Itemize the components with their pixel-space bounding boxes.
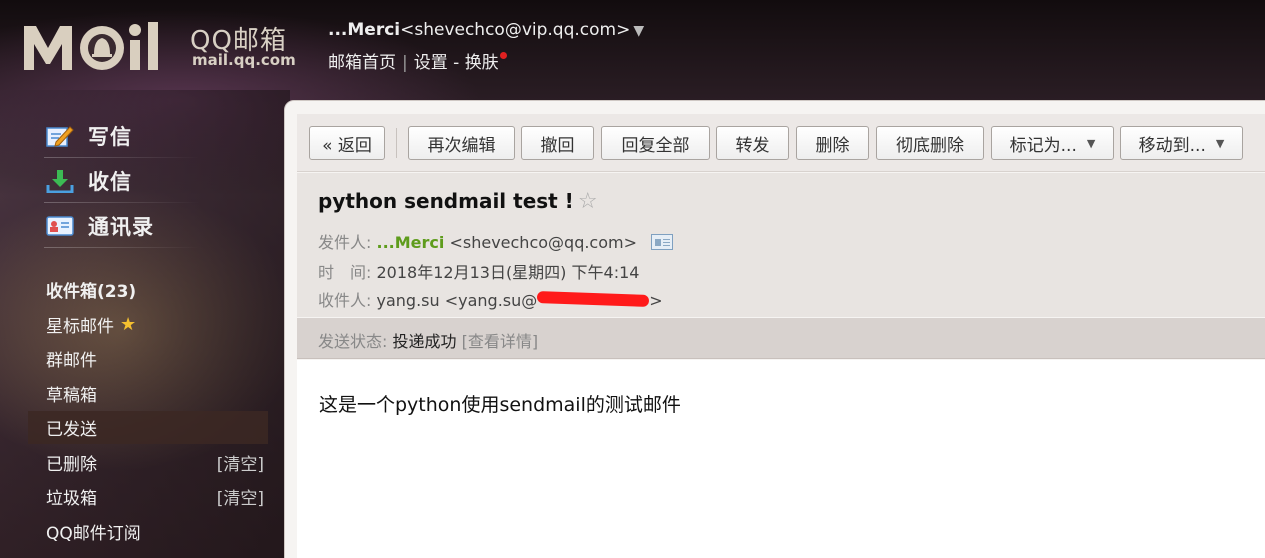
sidebar-item-deleted[interactable]: 已删除 [清空]: [28, 446, 268, 479]
mail-body-text: 这是一个python使用sendmail的测试邮件: [319, 394, 681, 416]
header: QQ邮箱 mail.qq.com ...Merci<shevechco@vip.…: [0, 0, 1265, 96]
nav-settings[interactable]: 设置: [414, 53, 448, 73]
view-details-link[interactable]: [查看详情]: [462, 332, 539, 351]
from-label: 发件人:: [318, 233, 372, 252]
status-label: 发送状态:: [318, 332, 388, 351]
sidebar-item-subscriptions[interactable]: QQ邮件订阅: [28, 515, 268, 548]
reply-all-button[interactable]: 回复全部: [601, 126, 710, 160]
empty-trash-link[interactable]: [清空]: [217, 450, 264, 475]
permanent-delete-button[interactable]: 彻底删除: [876, 126, 984, 160]
chevron-down-icon: ▼: [1086, 136, 1096, 150]
sidebar-item-label: QQ邮件订阅: [46, 524, 141, 544]
compose-label: 写信: [88, 125, 132, 149]
mark-as-label: 标记为...: [1009, 135, 1077, 156]
sidebar-item-drafts[interactable]: 草稿箱: [28, 377, 268, 410]
pencil-icon: [46, 126, 74, 147]
star-outline-icon[interactable]: ☆: [578, 189, 598, 214]
sidebar-item-label: 收件箱(23): [46, 282, 137, 302]
nav-mail-home[interactable]: 邮箱首页: [328, 53, 396, 73]
sidebar-item-label: 垃圾箱: [46, 489, 97, 509]
account-dropdown-icon[interactable]: ▼: [633, 23, 644, 39]
time-label: 时 间:: [318, 263, 372, 282]
account-name: ...Merci: [328, 20, 401, 40]
top-nav: 邮箱首页 | 设置 - 换肤: [328, 48, 507, 73]
sidebar-item-label: 已删除: [46, 455, 97, 475]
account-email: <shevechco@vip.qq.com>: [400, 20, 631, 40]
brand-domain: mail.qq.com: [192, 51, 296, 69]
status-value: 投递成功: [392, 332, 457, 351]
time-row: 时 间: 2018年12月13日(星期四) 下午4:14: [318, 259, 639, 283]
move-to-dropdown[interactable]: 移动到... ▼: [1120, 126, 1243, 160]
account-switcher[interactable]: ...Merci<shevechco@vip.qq.com> ▼: [328, 20, 644, 40]
chevron-down-icon: ▼: [1215, 136, 1225, 150]
recipient-email-suffix: >: [649, 291, 663, 310]
sidebar-divider: [44, 202, 200, 203]
reedit-button[interactable]: 再次编辑: [408, 126, 515, 160]
from-row: 发件人: ...Merci <shevechco@qq.com>: [318, 229, 674, 253]
move-to-label: 移动到...: [1138, 135, 1206, 156]
sidebar-item-label: 星标邮件: [46, 317, 114, 337]
moil-logo: [24, 22, 158, 70]
redaction-mark: [537, 291, 650, 307]
forward-button[interactable]: 转发: [716, 126, 789, 160]
nav-skin[interactable]: 换肤: [465, 53, 499, 73]
sidebar-item-group-mail[interactable]: 群邮件: [28, 342, 268, 375]
compose-button[interactable]: 写信: [46, 116, 132, 156]
receive-mail-label: 收信: [88, 170, 132, 194]
toolbar-divider: [396, 128, 397, 158]
to-row: 收件人: yang.su <yang.su@ >: [318, 287, 663, 311]
time-value: 2018年12月13日(星期四) 下午4:14: [376, 263, 640, 282]
download-icon: [46, 170, 74, 193]
sidebar-item-label: 群邮件: [46, 351, 97, 371]
sidebar-item-inbox[interactable]: 收件箱(23): [28, 273, 268, 306]
sidebar-divider: [44, 157, 200, 158]
recall-button[interactable]: 撤回: [521, 126, 594, 160]
sender-name[interactable]: ...Merci: [377, 233, 445, 252]
recipient-email-prefix: <yang.su@: [444, 291, 538, 310]
mark-as-dropdown[interactable]: 标记为... ▼: [991, 126, 1114, 160]
sidebar-item-spam[interactable]: 垃圾箱 [清空]: [28, 480, 268, 513]
nav-dash: -: [453, 53, 460, 73]
subject-text: python sendmail test !: [318, 189, 574, 213]
sender-email: <shevechco@qq.com>: [449, 233, 638, 252]
mail-subject: python sendmail test ! ☆: [318, 189, 598, 214]
recipient-email: <yang.su@ >: [445, 291, 663, 310]
empty-spam-link[interactable]: [清空]: [217, 484, 264, 509]
nav-divider: |: [402, 53, 408, 73]
receive-mail-button[interactable]: 收信: [46, 161, 132, 201]
contact-card-icon[interactable]: [651, 234, 674, 250]
recipient-name[interactable]: yang.su: [377, 291, 440, 310]
delivery-status: 发送状态: 投递成功 [查看详情]: [318, 328, 538, 352]
sidebar-divider: [44, 247, 200, 248]
contacts-button[interactable]: 通讯录: [46, 206, 154, 246]
sidebar-item-label: 草稿箱: [46, 386, 97, 406]
delete-button[interactable]: 删除: [796, 126, 869, 160]
sidebar-item-sent[interactable]: 已发送: [28, 411, 268, 444]
sidebar-item-label: 已发送: [46, 420, 97, 440]
contact-card-icon: [46, 216, 74, 236]
back-button[interactable]: « 返回: [309, 126, 385, 160]
star-icon: ★: [120, 314, 137, 335]
sidebar-item-starred[interactable]: 星标邮件 ★: [28, 308, 268, 341]
contacts-label: 通讯录: [88, 215, 154, 239]
to-label: 收件人:: [318, 291, 372, 310]
notification-dot-icon: [499, 52, 507, 59]
